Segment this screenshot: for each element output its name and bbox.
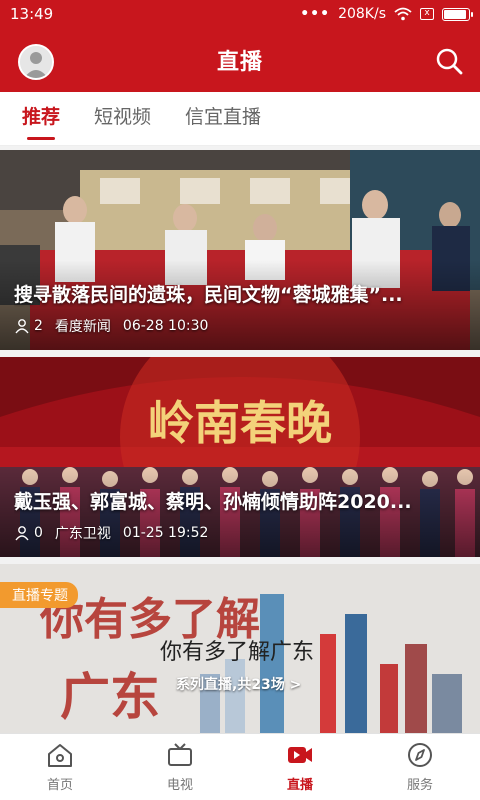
card-title: 搜寻散落民间的遗珠，民间文物“蓉城雅集”... [14, 284, 403, 306]
feed-list: 搜寻散落民间的遗珠，民间文物“蓉城雅集”... 2 看度新闻 06-28 10:… [0, 150, 480, 733]
tab-xinyi-live[interactable]: 信宜直播 [185, 92, 261, 146]
avatar[interactable] [18, 44, 54, 80]
nav-label: 首页 [46, 777, 73, 793]
view-count-value: 0 [34, 525, 43, 541]
search-icon[interactable] [434, 46, 464, 76]
topic-badge: 直播专题 [0, 582, 78, 608]
view-count: 0 [14, 525, 43, 541]
status-time: 13:49 [10, 5, 54, 23]
home-icon [48, 743, 72, 767]
notification-dots: ••• [300, 6, 331, 22]
card-time: 01-25 19:52 [122, 525, 209, 541]
view-count: 2 [14, 318, 43, 334]
channel-tabs: 推荐 短视频 信宜直播 [0, 92, 480, 146]
compass-icon [408, 742, 432, 767]
special-topic-card[interactable]: 你有多了解 广东 直播专题 你有多了解广东 系列直播,共23场 > [0, 564, 480, 733]
stage-calligraphy: 岭南春晚 [148, 396, 332, 450]
card-title: 戴玉强、郭富城、蔡明、孙楠倾情助阵2020... [14, 491, 412, 513]
card-source: 广东卫视 [54, 526, 111, 542]
view-count-value: 2 [34, 318, 43, 334]
card-meta: 2 看度新闻 06-28 10:30 [14, 316, 208, 336]
calligraphy-art-2: 广东 [60, 667, 160, 726]
status-indicators: ••• 208K/s x [300, 6, 473, 22]
video-card[interactable]: 岭南春晚 戴玉强、郭富城、蔡明、孙楠倾情助阵2020... 0 广东卫视 01-… [0, 357, 480, 557]
battery-icon [442, 7, 473, 21]
app-header: 直播 [0, 28, 480, 92]
nav-live[interactable]: 直播 [240, 734, 360, 800]
tab-short-video[interactable]: 短视频 [94, 92, 151, 146]
nav-home[interactable]: 首页 [0, 734, 120, 800]
tab-label: 推荐 [22, 105, 61, 128]
tab-label: 信宜直播 [185, 105, 262, 128]
battery-level [444, 9, 467, 19]
sim-icon: x [420, 8, 434, 20]
nav-service[interactable]: 服务 [360, 734, 480, 800]
card-source: 看度新闻 [54, 319, 111, 335]
topic-subtitle[interactable]: 系列直播,共23场 > [176, 674, 301, 694]
user-silhouette-icon [20, 46, 52, 78]
wifi-icon [394, 7, 412, 21]
topic-title: 你有多了解广东 [160, 640, 315, 665]
tab-label: 短视频 [94, 105, 152, 128]
network-speed: 208K/s [338, 6, 386, 22]
person-icon [15, 319, 29, 334]
nav-tv[interactable]: 电视 [120, 734, 240, 800]
nav-label: 服务 [406, 777, 433, 793]
status-bar: 13:49 ••• 208K/s x [0, 0, 480, 28]
tv-icon [168, 742, 192, 766]
page-title: 直播 [216, 50, 263, 75]
nav-label: 电视 [166, 777, 193, 793]
card-time: 06-28 10:30 [122, 318, 209, 334]
bottom-nav: 首页 电视 直播 服务 [0, 733, 480, 800]
video-card[interactable]: 搜寻散落民间的遗珠，民间文物“蓉城雅集”... 2 看度新闻 06-28 10:… [0, 150, 480, 350]
live-icon [288, 746, 312, 763]
tab-active-indicator [27, 136, 55, 140]
nav-label: 直播 [286, 777, 313, 793]
card-meta: 0 广东卫视 01-25 19:52 [14, 523, 208, 543]
tab-recommend[interactable]: 推荐 [22, 92, 60, 146]
person-icon [15, 526, 29, 541]
